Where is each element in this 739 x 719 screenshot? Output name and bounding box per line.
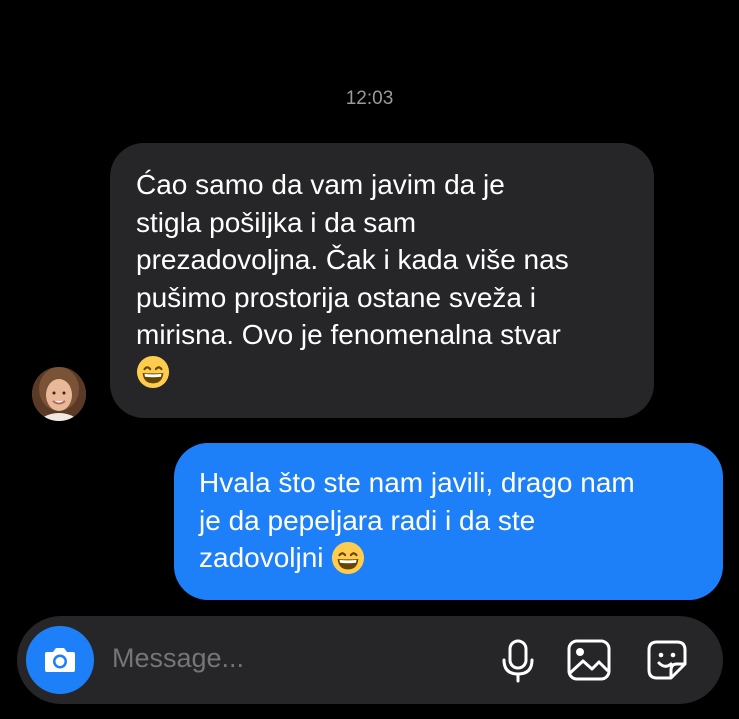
message-composer xyxy=(17,616,723,704)
gallery-icon[interactable] xyxy=(565,636,613,684)
grinning-face-emoji-icon xyxy=(136,356,170,389)
message-line: Ćao samo da vam javim da je xyxy=(136,169,505,200)
contact-avatar[interactable] xyxy=(32,367,86,421)
message-line: stigla pošiljka i da sam xyxy=(136,206,417,238)
message-line: pušimo prostorija ostane sveža i xyxy=(136,281,536,313)
message-line: Hvala što ste nam javili, drago nam xyxy=(199,467,635,498)
sticker-icon[interactable] xyxy=(643,636,691,684)
message-timestamp: 12:03 xyxy=(345,88,394,109)
message-line: je da pepeljara radi i da ste xyxy=(199,504,536,536)
message-line: mirisna. Ovo je fenomenalna stvar xyxy=(136,319,561,350)
incoming-message-bubble[interactable]: Ćao samo da vam javim da je stigla pošil… xyxy=(110,143,654,418)
message-line: prezadovoljna. Čak i kada više nas xyxy=(136,244,569,275)
grinning-face-emoji-icon xyxy=(332,541,365,574)
microphone-icon[interactable] xyxy=(494,636,542,684)
message-input[interactable] xyxy=(112,643,466,674)
camera-icon xyxy=(45,648,75,672)
message-line: zadovoljni xyxy=(199,542,324,573)
camera-button[interactable] xyxy=(26,626,94,694)
outgoing-message-bubble[interactable]: Hvala što ste nam javili, drago nam je d… xyxy=(174,443,723,600)
